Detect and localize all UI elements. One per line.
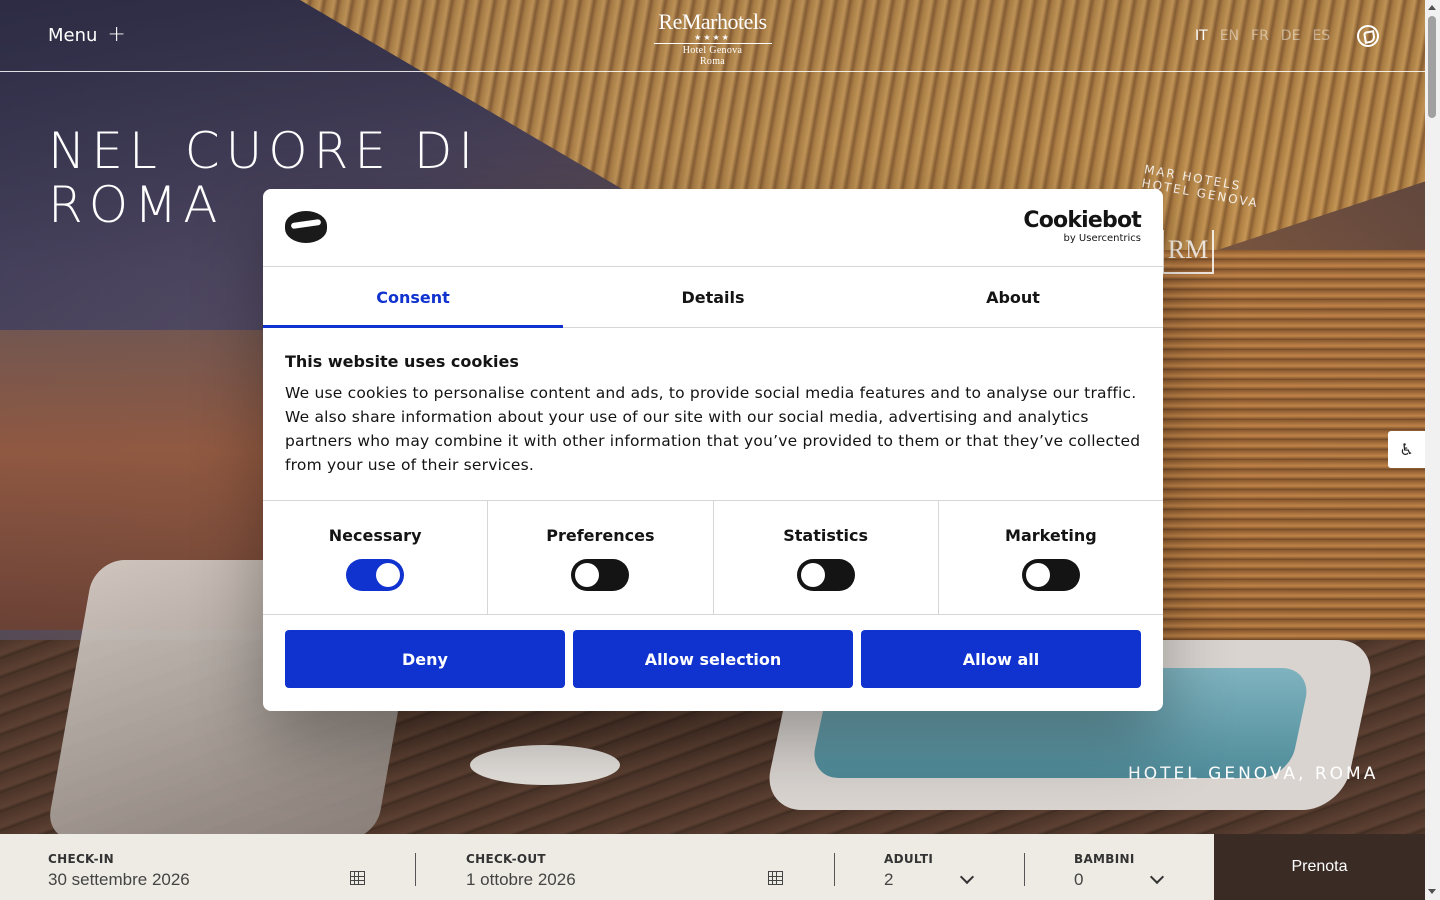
logo-hotel-name: Hotel Genova [682,45,743,56]
checkout-field[interactable]: CHECK-OUT 1 ottobre 2026 [466,834,796,900]
preferences-switch[interactable] [571,559,630,591]
logo-city: Roma [699,56,726,67]
tab-consent[interactable]: Consent [263,267,563,328]
toggle-label: Necessary [328,526,422,545]
toggle-preferences: Preferences [488,501,714,614]
checkout-label: CHECK-OUT [466,852,546,866]
book-button[interactable]: Prenota [1214,834,1425,900]
logo-brand: ReMarhotels [658,9,767,34]
adults-label: ADULTI [884,852,934,866]
menu-label: Menu [48,24,98,46]
cookie-dialog: Cookiebot by Usercentrics Consent Detail… [263,189,1163,711]
allow-all-button[interactable]: Allow all [861,630,1141,688]
booking-divider [1024,853,1025,886]
deny-button[interactable]: Deny [285,630,565,688]
accessibility-icon[interactable]: ♿ [1388,431,1425,468]
hotel-logo[interactable]: ReMarhotels ★★★★ Hotel Genova Roma [640,10,785,67]
toggle-necessary: Necessary [263,501,489,614]
side-table-image [470,745,620,785]
scroll-up-icon[interactable] [1428,5,1436,10]
toggle-marketing: Marketing [939,501,1163,614]
logo-divider [653,43,772,44]
cookie-text: We use cookies to personalise content an… [285,384,1141,474]
hero-location: HOTEL GENOVA, ROMA [1128,764,1379,784]
cookie-title: This website uses cookies [285,352,519,371]
cookie-logo-icon [285,211,327,243]
cookie-tabs: Consent Details About [263,267,1163,328]
hero-title-line1: NEL CUORE DI [48,122,480,180]
checkin-field[interactable]: CHECK-IN 30 settembre 2026 [48,834,378,900]
adults-select[interactable]: ADULTI 2 [884,834,984,900]
calendar-icon[interactable] [768,871,783,885]
calendar-icon[interactable] [350,871,365,885]
whatsapp-icon[interactable] [1357,25,1379,47]
cookiebot-brand[interactable]: Cookiebot by Usercentrics [1023,208,1141,245]
cookiebot-brand-sub: by Usercentrics [1063,233,1141,244]
scroll-thumb[interactable] [1428,16,1436,118]
checkout-value: 1 ottobre 2026 [466,870,576,889]
tab-about[interactable]: About [863,267,1163,327]
logo-stars: ★★★★ [694,33,731,42]
chevron-down-icon[interactable] [1149,869,1165,885]
cookie-body: This website uses cookies We use cookies… [263,328,1163,501]
booking-divider [415,853,416,886]
language-switcher: IT EN FR DE ES [1195,28,1330,44]
lang-en[interactable]: EN [1220,28,1239,44]
toggle-statistics: Statistics [714,501,939,614]
marketing-switch[interactable] [1021,559,1080,591]
children-label: BAMBINI [1074,852,1135,866]
booking-divider [834,853,835,886]
toggle-label: Statistics [783,526,868,545]
children-value: 0 [1074,870,1084,889]
cookie-buttons: Deny Allow selection Allow all [263,615,1163,688]
necessary-switch[interactable] [346,559,405,591]
plus-icon: + [107,22,126,47]
site-header: Menu + ReMarhotels ★★★★ Hotel Genova Rom… [0,0,1425,72]
chevron-down-icon[interactable] [959,869,975,885]
scroll-down-icon[interactable] [1428,889,1436,894]
cookie-toggles: Necessary Preferences Statistics Marketi… [263,501,1163,615]
checkin-value: 30 settembre 2026 [48,870,190,889]
adults-value: 2 [884,870,894,889]
statistics-switch[interactable] [796,559,855,591]
cookie-header: Cookiebot by Usercentrics [263,189,1163,267]
toggle-label: Marketing [1005,526,1097,545]
lang-de[interactable]: DE [1281,28,1301,44]
cookiebot-brand-name: Cookiebot [1023,208,1141,233]
scrollbar[interactable] [1425,0,1440,900]
toggle-label: Preferences [546,526,655,545]
lang-es[interactable]: ES [1312,28,1330,44]
booking-bar: CHECK-IN 30 settembre 2026 CHECK-OUT 1 o… [0,834,1425,900]
lang-it[interactable]: IT [1195,28,1208,44]
lang-fr[interactable]: FR [1251,28,1269,44]
checkin-label: CHECK-IN [48,852,114,866]
allow-selection-button[interactable]: Allow selection [573,630,853,688]
menu-button[interactable]: Menu + [48,24,126,46]
seal-monogram: RM [1162,230,1214,274]
tab-details[interactable]: Details [563,267,863,327]
children-select[interactable]: BAMBINI 0 [1074,834,1174,900]
